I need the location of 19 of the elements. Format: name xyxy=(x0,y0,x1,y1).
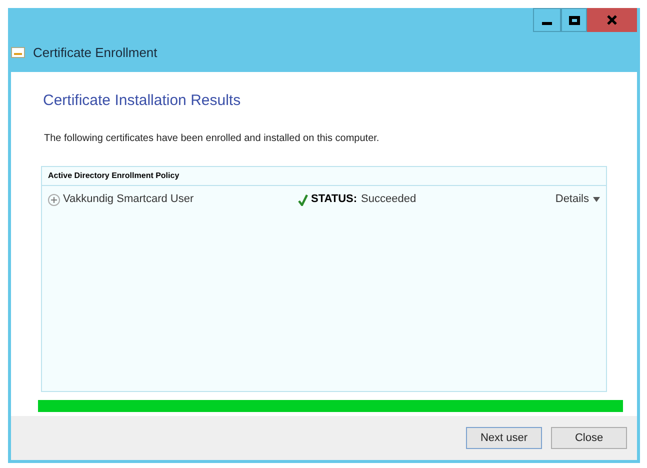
certificate-icon xyxy=(11,47,25,58)
close-icon xyxy=(607,15,617,25)
window-title: Certificate Enrollment xyxy=(33,44,158,62)
expand-icon xyxy=(51,196,57,202)
policy-header: Active Directory Enrollment Policy xyxy=(42,166,606,186)
dialog-button[interactable]: Close xyxy=(551,427,627,449)
status-label: STATUS: xyxy=(311,192,358,208)
status-value: Succeeded xyxy=(361,192,416,208)
caret-icon xyxy=(593,197,600,202)
page-heading: Certificate Installation Results xyxy=(43,91,242,111)
details-dropdown[interactable]: Details xyxy=(555,191,600,208)
check-icon xyxy=(298,194,308,206)
description-text: The following certificates have been enrolled and installed on this computer. xyxy=(44,132,380,146)
minimize-button[interactable] xyxy=(533,8,561,32)
close-button[interactable] xyxy=(587,8,637,32)
dialog-button[interactable]: Next user xyxy=(466,427,542,449)
expand-toggle[interactable] xyxy=(48,194,60,206)
maximize-button[interactable] xyxy=(561,8,587,32)
certificate-name: Vakkundig Smartcard User xyxy=(63,192,195,208)
